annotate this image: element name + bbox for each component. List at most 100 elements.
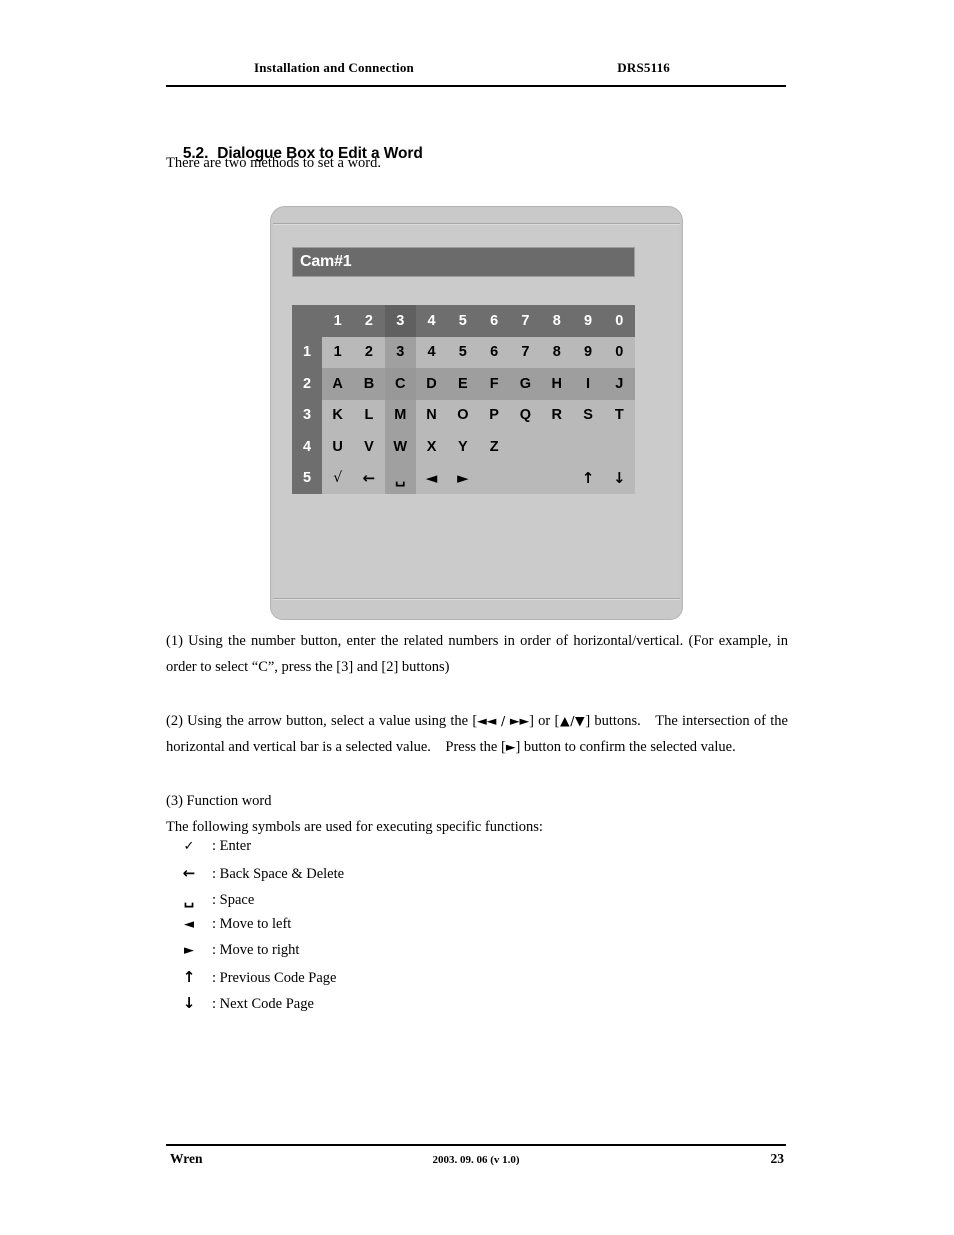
device-shell: Cam#1 1 2 3 4 5 6 7 8 9 0 1 1 2 3 4 5 6 … xyxy=(271,207,682,619)
triangle-left-icon: ◄ xyxy=(184,917,194,932)
arrow-up-icon: ↑ xyxy=(182,968,196,986)
legend-item: ◄ : Move to left xyxy=(166,916,596,942)
grid-cell-prev-page-icon[interactable]: ↑ xyxy=(572,462,604,494)
header-left-text: Installation and Connection xyxy=(254,60,414,75)
col-header-1[interactable]: 1 xyxy=(322,305,354,337)
grid-cell-4-1[interactable]: U xyxy=(322,431,354,463)
grid-cell-backspace-icon[interactable]: ← xyxy=(353,462,385,494)
legend-label: : Space xyxy=(212,892,255,908)
grid-cell-move-left-icon[interactable]: ◄ xyxy=(415,462,448,494)
grid-cell-1-3[interactable]: 3 xyxy=(384,336,416,368)
grid-cell-4-0[interactable] xyxy=(603,431,635,463)
row-header-4[interactable]: 4 xyxy=(292,431,322,463)
grid-cell-1-1[interactable]: 1 xyxy=(322,336,354,368)
grid-cell-move-right-icon[interactable]: ► xyxy=(447,462,479,494)
grid-cell-2-5[interactable]: E xyxy=(447,368,479,400)
row-header-5[interactable]: 5 xyxy=(292,462,322,494)
grid-cell-3-9[interactable]: S xyxy=(572,399,604,431)
row-header-2[interactable]: 2 xyxy=(292,368,322,400)
grid-cell-2-7[interactable]: G xyxy=(509,368,542,400)
grid-cell-1-5[interactable]: 5 xyxy=(447,336,479,368)
grid-cell-2-9[interactable]: I xyxy=(572,368,604,400)
grid-cell-1-4[interactable]: 4 xyxy=(415,336,448,368)
col-header-7[interactable]: 7 xyxy=(509,305,542,337)
grid-cell-1-2[interactable]: 2 xyxy=(353,336,385,368)
footer-divider xyxy=(166,1144,786,1146)
device-screen: Cam#1 1 2 3 4 5 6 7 8 9 0 1 1 2 3 4 5 6 … xyxy=(274,225,679,600)
col-header-8[interactable]: 8 xyxy=(541,305,573,337)
grid-cell-3-6[interactable]: P xyxy=(478,399,510,431)
grid-cell-1-8[interactable]: 8 xyxy=(541,336,573,368)
grid-cell-4-6[interactable]: Z xyxy=(478,431,510,463)
grid-cell-3-5[interactable]: O xyxy=(447,399,479,431)
grid-cell-4-3[interactable]: W xyxy=(384,431,416,463)
grid-corner-cell xyxy=(292,305,322,337)
col-header-0[interactable]: 0 xyxy=(603,305,635,337)
col-header-9[interactable]: 9 xyxy=(572,305,604,337)
col-header-5[interactable]: 5 xyxy=(447,305,479,337)
legend-item: ► : Move to right xyxy=(166,942,596,968)
grid-cell-3-4[interactable]: N xyxy=(415,399,448,431)
grid-cell-5-7[interactable] xyxy=(509,462,542,494)
grid-cell-2-1[interactable]: A xyxy=(322,368,354,400)
col-header-6[interactable]: 6 xyxy=(478,305,510,337)
grid-cell-1-7[interactable]: 7 xyxy=(509,336,542,368)
grid-cell-1-0[interactable]: 0 xyxy=(603,336,635,368)
dialog-title-text: Cam#1 xyxy=(300,253,352,270)
grid-cell-4-5[interactable]: Y xyxy=(447,431,479,463)
grid-cell-3-2[interactable]: L xyxy=(353,399,385,431)
grid-cell-4-7[interactable] xyxy=(509,431,542,463)
grid-cell-1-6[interactable]: 6 xyxy=(478,336,510,368)
grid-cell-4-9[interactable] xyxy=(572,431,604,463)
grid-cell-3-8[interactable]: R xyxy=(541,399,573,431)
row-header-1[interactable]: 1 xyxy=(292,336,322,368)
character-grid[interactable]: 1 2 3 4 5 6 7 8 9 0 1 1 2 3 4 5 6 7 8 9 … xyxy=(292,305,635,494)
function-word-legend: ✓ : Enter ← : Back Space & Delete ␣ : Sp… xyxy=(166,838,596,1020)
grid-cell-enter-icon[interactable]: √ xyxy=(322,462,354,494)
grid-row-4: 4 U V W X Y Z xyxy=(292,431,635,463)
grid-cell-3-0[interactable]: T xyxy=(603,399,635,431)
header-divider xyxy=(166,85,786,87)
grid-cell-4-2[interactable]: V xyxy=(353,431,385,463)
row-header-3[interactable]: 3 xyxy=(292,399,322,431)
legend-item: ← : Back Space & Delete xyxy=(166,864,596,890)
grid-row-2: 2 A B C D E F G H I J xyxy=(292,368,635,400)
legend-label: : Previous Code Page xyxy=(212,970,337,986)
grid-cell-4-8[interactable] xyxy=(541,431,573,463)
col-header-4[interactable]: 4 xyxy=(415,305,448,337)
grid-row-1: 1 1 2 3 4 5 6 7 8 9 0 xyxy=(292,336,635,368)
grid-cell-5-6[interactable] xyxy=(478,462,510,494)
space-bar-icon: ␣ xyxy=(183,890,195,908)
grid-cell-2-8[interactable]: H xyxy=(541,368,573,400)
character-grid-body: 1 2 3 4 5 6 7 8 9 0 1 1 2 3 4 5 6 7 8 9 … xyxy=(292,305,635,494)
grid-cell-2-0[interactable]: J xyxy=(603,368,635,400)
paragraph-3: (3) Function word xyxy=(166,793,272,809)
grid-cell-3-3[interactable]: M xyxy=(384,399,416,431)
grid-cell-3-1[interactable]: K xyxy=(322,399,354,431)
triangle-right-icon: ► xyxy=(184,943,194,958)
grid-header-row: 1 2 3 4 5 6 7 8 9 0 xyxy=(292,305,635,337)
grid-cell-next-page-icon[interactable]: ↓ xyxy=(603,462,635,494)
document-page: Installation and Connection DRS5116 5.2.… xyxy=(0,0,954,1235)
device-dialog-figure: Cam#1 1 2 3 4 5 6 7 8 9 0 1 1 2 3 4 5 6 … xyxy=(271,207,682,619)
inline-arrow-right-icon: ► xyxy=(505,739,516,754)
legend-label: : Move to left xyxy=(212,916,292,932)
grid-cell-1-9[interactable]: 9 xyxy=(572,336,604,368)
grid-cell-5-8[interactable] xyxy=(541,462,573,494)
legend-item: ↑ : Previous Code Page xyxy=(166,968,596,994)
dialog-title-bar: Cam#1 xyxy=(292,247,635,277)
grid-cell-3-7[interactable]: Q xyxy=(509,399,542,431)
arrow-down-icon: ↓ xyxy=(182,994,196,1012)
legend-item: ↓ : Next Code Page xyxy=(166,994,596,1020)
paragraph-2-part-b: ] or [ xyxy=(529,713,560,729)
grid-cell-2-3-selected[interactable]: C xyxy=(384,368,416,400)
grid-cell-space-icon[interactable]: ␣ xyxy=(384,462,416,494)
col-header-2[interactable]: 2 xyxy=(353,305,385,337)
legend-item: ✓ : Enter xyxy=(166,838,596,864)
grid-cell-2-2[interactable]: B xyxy=(353,368,385,400)
grid-row-3: 3 K L M N O P Q R S T xyxy=(292,399,635,431)
col-header-3[interactable]: 3 xyxy=(384,305,416,337)
grid-cell-4-4[interactable]: X xyxy=(415,431,448,463)
grid-cell-2-4[interactable]: D xyxy=(415,368,448,400)
grid-cell-2-6[interactable]: F xyxy=(478,368,510,400)
